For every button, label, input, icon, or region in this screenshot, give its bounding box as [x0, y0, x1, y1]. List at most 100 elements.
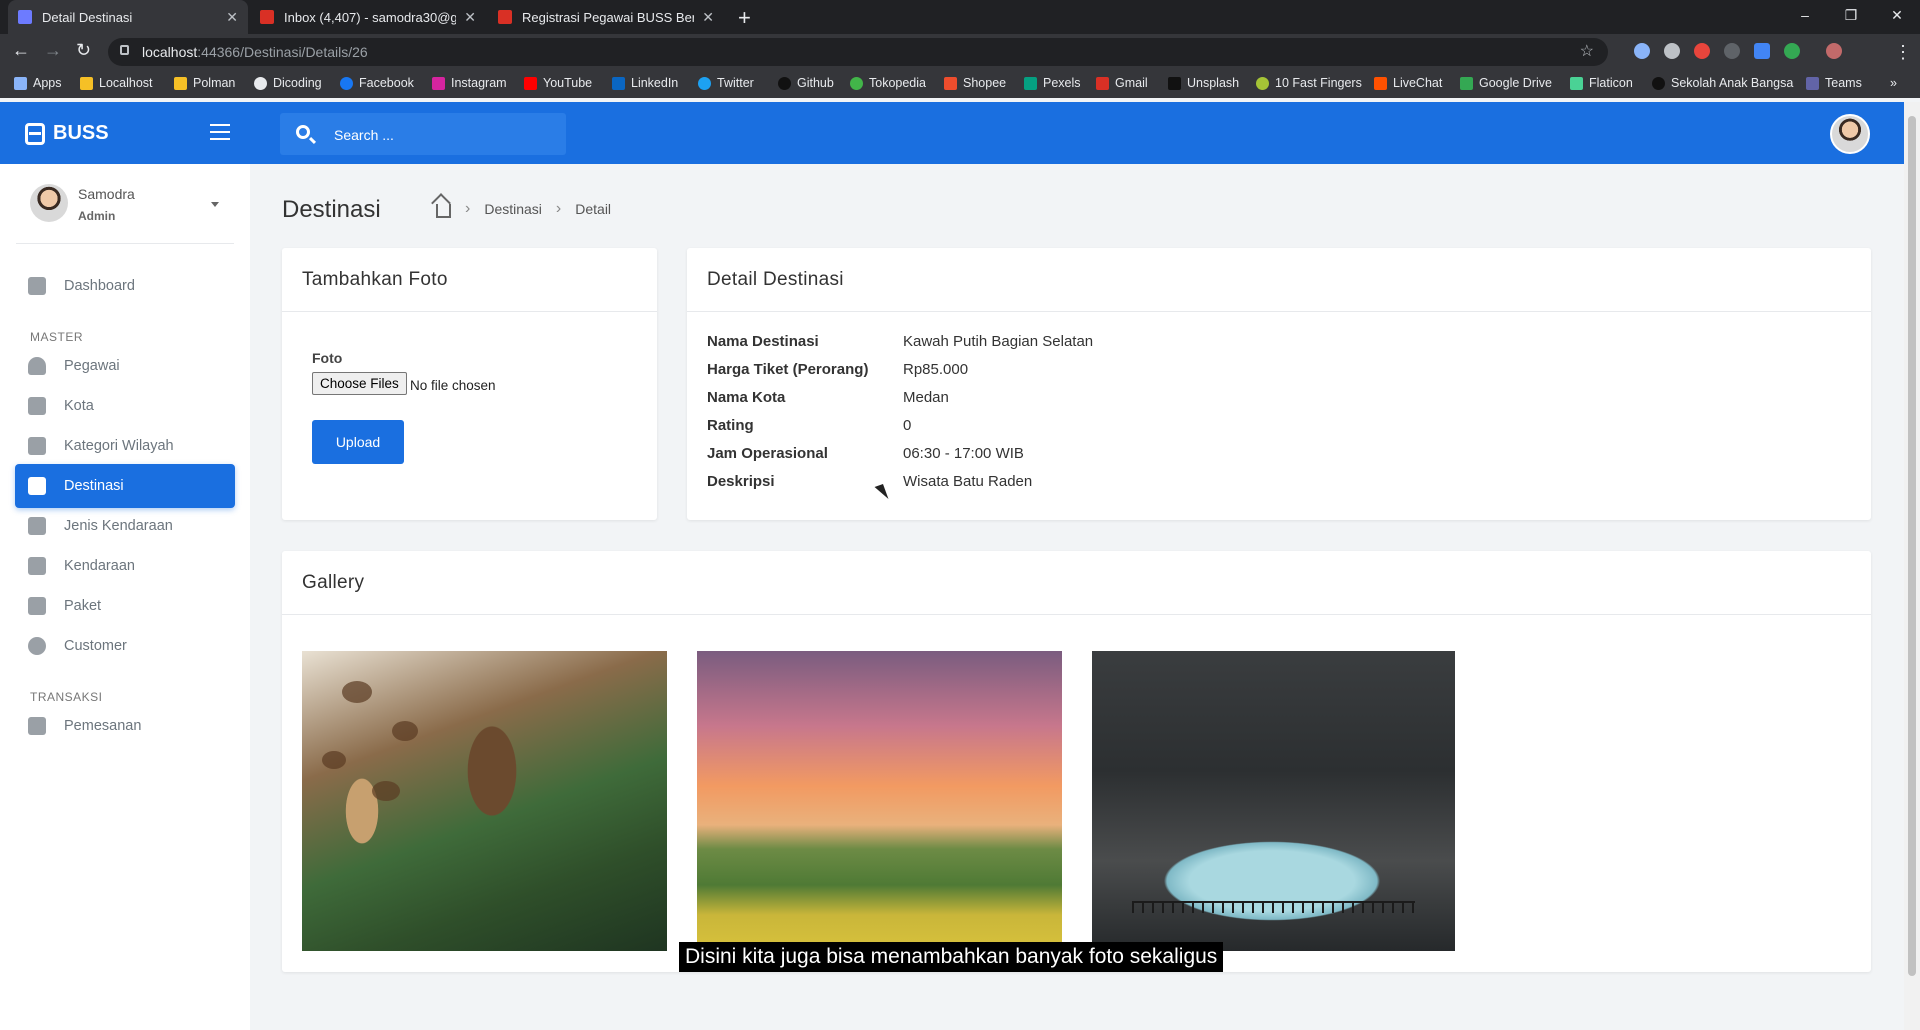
top-navbar: Search ...	[250, 102, 1904, 164]
extension-icon[interactable]	[1634, 43, 1650, 59]
bookmark-shopee[interactable]: Shopee	[944, 76, 1006, 90]
brand-name: BUSS	[53, 122, 109, 144]
search-input[interactable]: Search ...	[280, 113, 566, 155]
sidebar-item-kendaraan[interactable]: Kendaraan	[15, 544, 235, 588]
translate-extension-icon[interactable]	[1754, 43, 1770, 59]
photo-detail	[1132, 901, 1415, 913]
sidebar-item-customer[interactable]: Customer	[15, 624, 235, 668]
detail-label: Nama Kota	[707, 389, 786, 406]
gmail-icon	[260, 10, 274, 24]
package-icon	[28, 597, 46, 615]
bookmark-apps[interactable]: Apps	[14, 76, 62, 90]
sidebar-item-jenis-kendaraan[interactable]: Jenis Kendaraan	[15, 504, 235, 548]
photo-detail	[372, 781, 400, 801]
more-bookmarks-icon[interactable]: »	[1890, 76, 1897, 90]
gallery-photo-countryside[interactable]	[697, 651, 1062, 951]
sidebar-item-pegawai[interactable]: Pegawai	[15, 344, 235, 388]
brand-logo[interactable]: BUSS	[25, 122, 109, 145]
sidebar-item-kategori-wilayah[interactable]: Kategori Wilayah	[15, 424, 235, 468]
bookmark-localhost[interactable]: Localhost	[80, 76, 153, 90]
bookmark-google-drive[interactable]: Google Drive	[1460, 76, 1552, 90]
minimize-icon[interactable]: –	[1782, 0, 1828, 34]
bookmark-gmail[interactable]: Gmail	[1096, 76, 1148, 90]
gallery-photo-giraffe[interactable]	[302, 651, 667, 951]
bookmark-facebook[interactable]: Facebook	[340, 76, 414, 90]
bookmark-teams[interactable]: Teams	[1806, 76, 1862, 90]
tab-close-icon[interactable]: ✕	[226, 9, 238, 26]
pexels-icon	[1024, 76, 1037, 90]
bookmark-star-icon[interactable]: ☆	[1580, 41, 1594, 61]
bookmark-unsplash[interactable]: Unsplash	[1168, 76, 1239, 90]
card-header: Tambahkan Foto	[282, 248, 657, 312]
section-label-master: MASTER	[30, 330, 84, 344]
page-title: Destinasi	[282, 196, 381, 223]
browser-tab-detail[interactable]: Detail Destinasi ✕	[8, 0, 248, 34]
folder-icon	[80, 76, 93, 90]
user-panel[interactable]: Samodra Admin	[0, 164, 250, 244]
close-window-icon[interactable]: ✕	[1874, 0, 1920, 34]
photo-detail	[392, 721, 418, 741]
extension-icon[interactable]	[1724, 43, 1740, 59]
card-title: Detail Destinasi	[707, 269, 844, 290]
gallery-card: Gallery	[282, 551, 1871, 972]
tab-title: Registrasi Pegawai BUSS Berhasil	[522, 9, 695, 25]
tab-close-icon[interactable]: ✕	[702, 9, 714, 26]
home-icon	[28, 277, 46, 295]
sidebar-item-pemesanan[interactable]: Pemesanan	[15, 704, 235, 748]
sidebar-item-paket[interactable]: Paket	[15, 584, 235, 628]
upload-photo-card: Tambahkan Foto Foto Choose Files No file…	[282, 248, 657, 520]
breadcrumb: › Destinasi › Detail	[436, 200, 611, 218]
tags-icon	[28, 517, 46, 535]
bookmark-flaticon[interactable]: Flaticon	[1570, 76, 1633, 90]
foto-label: Foto	[312, 350, 343, 366]
bookmark-pexels[interactable]: Pexels	[1024, 76, 1081, 90]
sidebar-item-label: Kota	[64, 398, 94, 414]
bookmark-tokopedia[interactable]: Tokopedia	[850, 76, 926, 90]
extension-icon[interactable]	[1784, 43, 1800, 59]
page-scrollbar[interactable]	[1904, 102, 1920, 1030]
gallery-photo-crater-lake[interactable]	[1092, 651, 1455, 951]
sidebar-item-label: Pemesanan	[64, 718, 142, 734]
bookmark-dicoding[interactable]: Dicoding	[254, 76, 322, 90]
sidebar-item-dashboard[interactable]: Dashboard	[15, 264, 235, 308]
browser-tab-inbox[interactable]: Inbox (4,407) - samodra30@gma ✕	[250, 0, 486, 34]
detail-label: Deskripsi	[707, 473, 775, 490]
browser-menu-icon[interactable]: ⋮	[1894, 42, 1912, 63]
tab-title: Inbox (4,407) - samodra30@gma	[284, 9, 457, 25]
choose-files-button[interactable]: Choose Files	[312, 372, 407, 395]
twitter-icon	[698, 76, 711, 90]
forward-icon[interactable]: →	[44, 40, 62, 61]
extension-icon[interactable]	[1694, 43, 1710, 59]
address-bar[interactable]: localhost:44366/Destinasi/Details/26 ☆	[108, 38, 1608, 66]
reload-icon[interactable]: ↻	[76, 40, 91, 61]
profile-avatar-icon[interactable]	[1826, 43, 1842, 59]
bookmark-10-fast-fingers[interactable]: 10 Fast Fingers	[1256, 76, 1362, 90]
sidebar-item-kota[interactable]: Kota	[15, 384, 235, 428]
avatar[interactable]	[1830, 114, 1870, 154]
back-icon[interactable]: ←	[12, 40, 30, 61]
bookmark-sekolah-anak-bangsa[interactable]: Sekolah Anak Bangsa	[1652, 76, 1793, 90]
detail-value: 0	[903, 417, 912, 434]
bookmark-github[interactable]: Github	[778, 76, 834, 90]
browser-tab-registrasi[interactable]: Registrasi Pegawai BUSS Berhasil ✕	[488, 0, 724, 34]
bookmark-youtube[interactable]: YouTube	[524, 76, 592, 90]
scrollbar-thumb[interactable]	[1908, 116, 1916, 976]
bookmark-linkedin[interactable]: LinkedIn	[612, 76, 678, 90]
detail-label: Nama Destinasi	[707, 333, 819, 350]
sidebar-item-destinasi[interactable]: Destinasi	[15, 464, 235, 508]
bookmark-instagram[interactable]: Instagram	[432, 76, 507, 90]
menu-toggle-icon[interactable]	[210, 124, 230, 140]
new-tab-icon[interactable]: +	[738, 5, 751, 31]
home-icon[interactable]	[436, 204, 451, 218]
maximize-icon[interactable]: ❐	[1828, 0, 1874, 34]
sidebar-item-label: Kategori Wilayah	[64, 438, 174, 454]
bookmark-polman[interactable]: Polman	[174, 76, 235, 90]
chevron-down-icon[interactable]	[211, 202, 219, 207]
upload-button[interactable]: Upload	[312, 420, 404, 464]
bookmark-twitter[interactable]: Twitter	[698, 76, 754, 90]
extension-icon[interactable]	[1664, 43, 1680, 59]
building-icon	[28, 397, 46, 415]
tab-close-icon[interactable]: ✕	[464, 9, 476, 26]
breadcrumb-destinasi[interactable]: Destinasi	[484, 201, 542, 217]
bookmark-livechat[interactable]: LiveChat	[1374, 76, 1442, 90]
